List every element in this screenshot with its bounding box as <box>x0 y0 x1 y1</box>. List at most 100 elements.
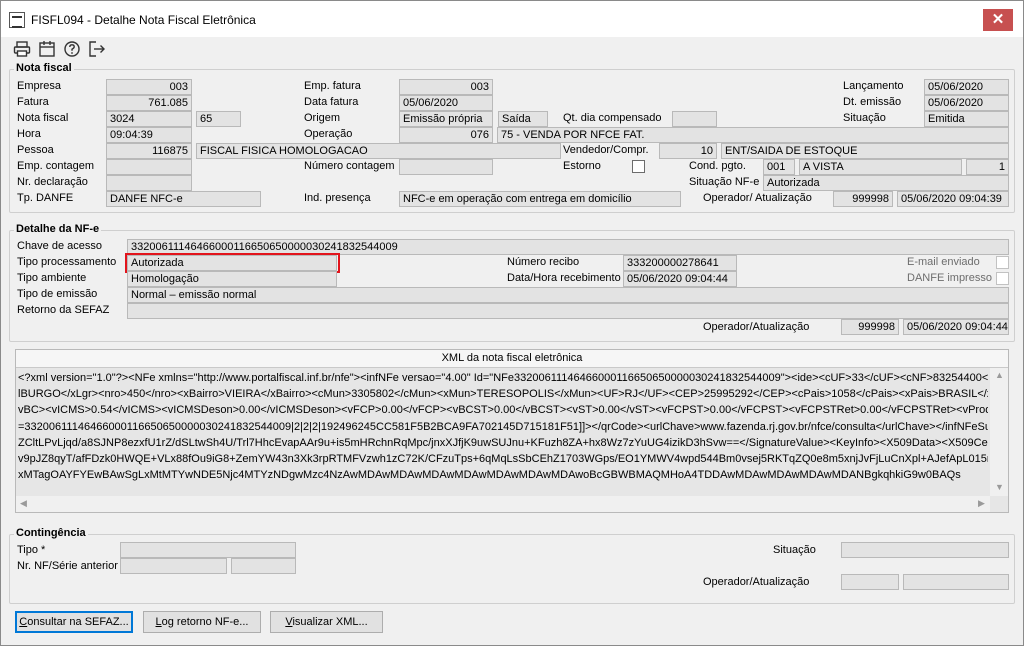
log-retorno-button[interactable]: Log retorno NF-e... <box>143 611 261 633</box>
xml-horizontal-scrollbar[interactable]: ◀ ▶ <box>16 496 990 512</box>
xml-line: ZCltLPvLjqd/a8SJNP8ezxfU1rZ/dSLtwSh4U/Tr… <box>18 436 988 449</box>
numero-contagem-field[interactable] <box>399 159 493 175</box>
emp-fatura-field[interactable]: 003 <box>399 79 493 95</box>
situacao-field[interactable]: Emitida <box>924 111 1009 127</box>
printer-icon[interactable] <box>13 40 31 58</box>
nr-nf-serie-label: Nr. NF/Série anterior <box>17 560 118 572</box>
qt-dia-label: Qt. dia compensado <box>563 112 662 124</box>
vendedor-codigo-field[interactable]: 10 <box>659 143 717 159</box>
situacao-nfe-field[interactable]: Autorizada <box>763 175 1009 191</box>
atualizacao-field[interactable]: 05/06/2020 09:04:39 <box>897 191 1009 207</box>
consultar-sefaz-button[interactable]: Consultar na SEFAZ... <box>15 611 133 633</box>
nr-declaracao-field[interactable] <box>106 175 192 191</box>
emp-fatura-label: Emp. fatura <box>304 80 361 92</box>
estorno-checkbox[interactable] <box>632 160 645 173</box>
tipo-ambiente-field[interactable]: Homologação <box>127 271 337 287</box>
close-button[interactable]: ✕ <box>983 9 1013 31</box>
numero-recibo-field[interactable]: 333200000278641 <box>623 255 737 271</box>
scroll-right-icon[interactable]: ▶ <box>978 498 985 509</box>
emp-contagem-label: Emp. contagem <box>17 160 95 172</box>
nr-declaracao-label: Nr. declaração <box>17 176 88 188</box>
vendedor-label: Vendedor/Compr. <box>563 144 649 156</box>
contingencia-operador-field[interactable] <box>841 574 899 590</box>
emp-contagem-field[interactable] <box>106 159 192 175</box>
data-fatura-field[interactable]: 05/06/2020 <box>399 95 493 111</box>
detalhe-atualizacao-field[interactable]: 05/06/2020 09:04:44 <box>903 319 1009 335</box>
pessoa-nome-field[interactable]: FISCAL FISICA HOMOLOGACAO <box>196 143 561 159</box>
exit-icon[interactable] <box>88 40 106 58</box>
visualizar-xml-button[interactable]: Visualizar XML... <box>270 611 383 633</box>
cond-pgto-desc-field[interactable]: A VISTA <box>799 159 962 175</box>
tipo-emissao-label: Tipo de emissão <box>17 288 98 300</box>
serie-field[interactable]: 65 <box>196 111 241 127</box>
detalhe-operador-field[interactable]: 999998 <box>841 319 899 335</box>
operador-field[interactable]: 999998 <box>833 191 893 207</box>
email-enviado-checkbox[interactable] <box>996 256 1009 269</box>
xml-line: vBC><vICMS>0.54</vICMS><vICMSDeson>0.00<… <box>18 404 988 417</box>
operacao-label: Operação <box>304 128 353 140</box>
title-bar: FISFL094 - Detalhe Nota Fiscal Eletrônic… <box>1 1 1023 37</box>
danfe-impresso-label: DANFE impresso <box>907 272 992 284</box>
serie-anterior-field[interactable] <box>231 558 296 574</box>
contingencia-operador-label: Operador/Atualização <box>703 576 810 588</box>
nota-fiscal-title: Nota fiscal <box>14 62 74 74</box>
xml-line: <?xml version="1.0"?><NFe xmlns="http://… <box>18 372 988 384</box>
cond-pgto-parcelas-field[interactable]: 1 <box>966 159 1009 175</box>
cond-pgto-codigo-field[interactable]: 001 <box>763 159 795 175</box>
situacao-label: Situação <box>843 112 886 124</box>
vendedor-nome-field[interactable]: ENT/SAIDA DE ESTOQUE <box>721 143 1009 159</box>
tp-danfe-field[interactable]: DANFE NFC-e <box>106 191 261 207</box>
xml-text-area[interactable]: <?xml version="1.0"?><NFe xmlns="http://… <box>18 370 988 490</box>
tp-danfe-label: Tp. DANFE <box>17 192 74 204</box>
help-icon[interactable] <box>63 40 81 58</box>
data-hora-recebimento-field[interactable]: 05/06/2020 09:04:44 <box>623 271 737 287</box>
qt-dia-field[interactable] <box>672 111 717 127</box>
detalhe-operador-label: Operador/Atualização <box>703 321 810 333</box>
email-enviado-label: E-mail enviado <box>907 256 980 268</box>
tipo-label: Tipo * <box>17 544 46 556</box>
app-icon <box>9 12 25 28</box>
contingencia-title: Contingência <box>14 527 88 539</box>
tipo-movimento-field[interactable]: Saída <box>498 111 548 127</box>
main-window: FISFL094 - Detalhe Nota Fiscal Eletrônic… <box>0 0 1024 646</box>
origem-field[interactable]: Emissão própria <box>399 111 493 127</box>
danfe-impresso-checkbox[interactable] <box>996 272 1009 285</box>
contingencia-situacao-field[interactable] <box>841 542 1009 558</box>
nota-fiscal-field[interactable]: 3024 <box>106 111 192 127</box>
xml-line: =332006111464660001166506500000302418325… <box>18 420 988 433</box>
retorno-sefaz-field[interactable] <box>127 303 1009 319</box>
scroll-left-icon[interactable]: ◀ <box>20 498 27 509</box>
pessoa-codigo-field[interactable]: 116875 <box>106 143 192 159</box>
detalhe-nfe-title: Detalhe da NF-e <box>14 223 102 235</box>
operacao-desc-field[interactable]: 75 - VENDA POR NFCE FAT. <box>497 127 1009 143</box>
situacao-nfe-label: Situação NF-e <box>689 176 760 188</box>
tipo-field[interactable] <box>120 542 296 558</box>
lancamento-field[interactable]: 05/06/2020 <box>924 79 1009 95</box>
hora-field[interactable]: 09:04:39 <box>106 127 192 143</box>
hora-label: Hora <box>17 128 41 140</box>
calendar-icon[interactable] <box>38 40 56 58</box>
nota-fiscal-label: Nota fiscal <box>17 112 69 124</box>
scroll-up-icon[interactable]: ▲ <box>995 370 1004 380</box>
tipo-ambiente-label: Tipo ambiente <box>17 272 87 284</box>
log-label: og retorno NF-e... <box>161 616 249 628</box>
nr-nf-field[interactable] <box>120 558 227 574</box>
xml-vertical-scrollbar[interactable]: ▲ ▼ <box>990 368 1008 496</box>
ind-presenca-label: Ind. presença <box>304 192 371 204</box>
data-hora-recebimento-label: Data/Hora recebimento <box>507 272 621 284</box>
highlight-box <box>125 253 340 273</box>
numero-contagem-label: Número contagem <box>304 160 395 172</box>
empresa-field[interactable]: 003 <box>106 79 192 95</box>
ind-presenca-field[interactable]: NFC-e em operação com entrega em domicíl… <box>399 191 681 207</box>
xml-header: XML da nota fiscal eletrônica <box>16 350 1008 368</box>
xml-panel: XML da nota fiscal eletrônica <?xml vers… <box>15 349 1009 513</box>
pessoa-label: Pessoa <box>17 144 54 156</box>
xml-line: lBURGO</xLgr><nro>450</nro><xBairro>VIEI… <box>18 388 988 401</box>
fatura-field[interactable]: 761.085 <box>106 95 192 111</box>
empresa-label: Empresa <box>17 80 62 92</box>
operacao-codigo-field[interactable]: 076 <box>399 127 493 143</box>
scroll-down-icon[interactable]: ▼ <box>995 482 1004 492</box>
dt-emissao-field[interactable]: 05/06/2020 <box>924 95 1009 111</box>
contingencia-atualizacao-field[interactable] <box>903 574 1009 590</box>
tipo-emissao-field[interactable]: Normal – emissão normal <box>127 287 1009 303</box>
